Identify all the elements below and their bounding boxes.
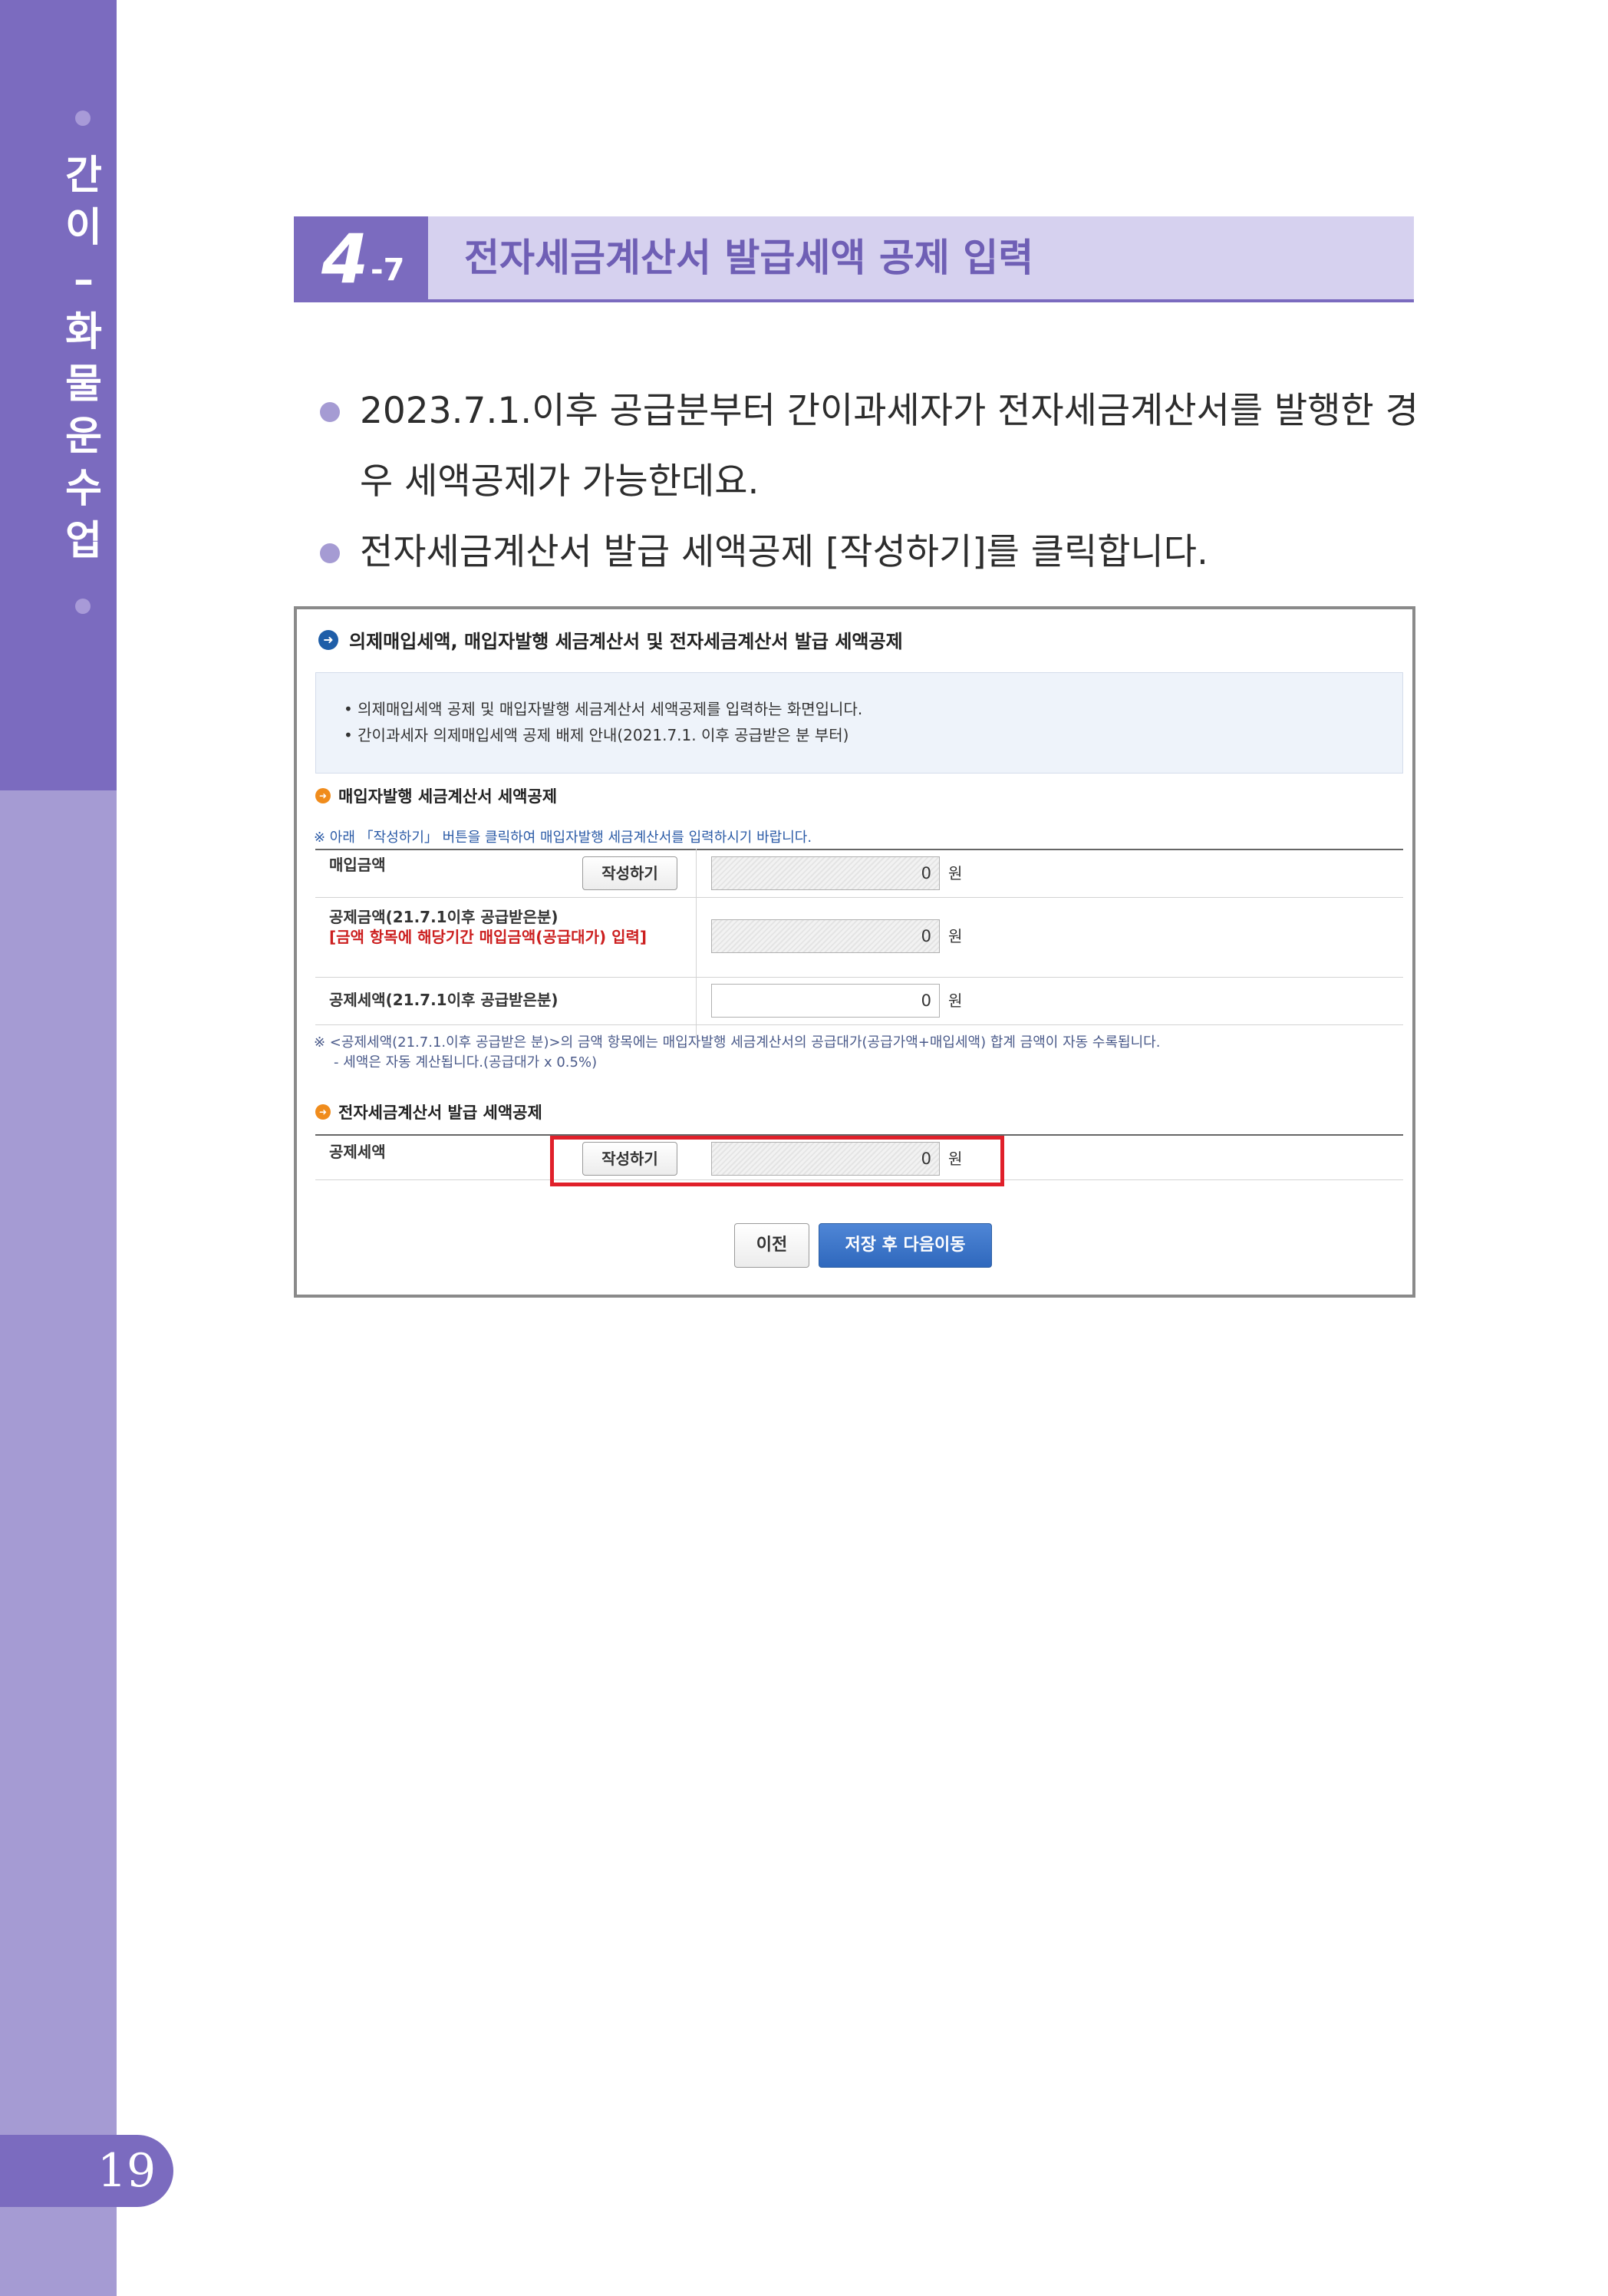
section-number-main: 4 [321, 219, 369, 299]
bullet-item: 전자세금계산서 발급 세액공제 [작성하기]를 클릭합니다. [317, 517, 1429, 588]
info-line: • 의제매입세액 공제 및 매입자발행 세금계산서 세액공제를 입력하는 화면입… [344, 700, 863, 718]
section-title: 전자세금계산서 발급세액 공제 입력 [464, 236, 1034, 280]
chapter-char: 화 [65, 309, 102, 355]
bullet-list: 2023.7.1.이후 공급분부터 간이과세자가 전자세금계산서를 발행한 경우… [317, 376, 1429, 588]
section-header: 4 -7 전자세금계산서 발급세액 공제 입력 [294, 216, 1414, 302]
etax-section-title-text: 전자세금계산서 발급 세액공제 [338, 1103, 542, 1122]
save-next-button[interactable]: 저장 후 다음이동 [819, 1223, 992, 1268]
buyer-section-note: ※ 아래 「작성하기」 버튼을 클릭하여 매입자발행 세금계산서를 입력하시기 … [314, 830, 812, 846]
unit-label: 원 [948, 927, 963, 945]
sidebar-dot-top [75, 111, 91, 126]
screen-title-text: 의제매입세액, 매입자발행 세금계산서 및 전자세금계산서 발급 세액공제 [349, 631, 903, 652]
sidebar-dot-bottom [75, 599, 91, 614]
sidebar-light-band [0, 790, 117, 2296]
purchase-amount-label: 매입금액 [329, 856, 386, 874]
deduction-amount-label-text: 공제금액(21.7.1이후 공급받은분) [329, 908, 559, 926]
section-number-box: 4 -7 [294, 216, 428, 302]
deduction-amount-label: 공제금액(21.7.1이후 공급받은분) [금액 항목에 해당기간 매입금액(공… [329, 907, 667, 947]
unit-label: 원 [948, 991, 963, 1010]
hometax-screen: ➜ 의제매입세액, 매입자발행 세금계산서 및 전자세금계산서 발급 세액공제 … [294, 606, 1415, 1298]
screen-title: ➜ 의제매입세액, 매입자발행 세금계산서 및 전자세금계산서 발급 세액공제 [318, 626, 903, 653]
chapter-char: 간 [65, 153, 102, 199]
footnote: - 세액은 자동 계산됩니다.(공급대가 x 0.5%) [334, 1054, 598, 1070]
chapter-char: 운 [65, 414, 102, 460]
chapter-char: 업 [65, 518, 102, 564]
deduction-tax-label: 공제세액(21.7.1이후 공급받은분) [329, 991, 559, 1009]
deduction-tax-field[interactable]: 0 [711, 984, 940, 1018]
deduction-amount-field[interactable]: 0 [711, 919, 940, 953]
section-number-sub: -7 [371, 252, 405, 288]
chapter-char: – [74, 257, 94, 303]
write-purchase-button[interactable]: 작성하기 [582, 856, 677, 890]
deduction-amount-label-hint: [금액 항목에 해당기간 매입금액(공급대가) 입력] [329, 928, 647, 946]
chapter-char: 수 [65, 466, 102, 512]
chapter-char: 이 [65, 205, 102, 251]
arrow-right-icon: ➜ [318, 629, 338, 650]
red-highlight-box [550, 1136, 1004, 1186]
prev-button[interactable]: 이전 [734, 1223, 809, 1268]
buyer-section-title-text: 매입자발행 세금계산서 세액공제 [338, 787, 558, 806]
unit-label: 원 [948, 864, 963, 882]
chapter-char: 물 [65, 361, 102, 407]
arrow-right-icon: ➜ [315, 788, 331, 803]
etax-section-title: ➜ 전자세금계산서 발급 세액공제 [315, 1100, 542, 1123]
info-line: • 간이과세자 의제매입세액 공제 배제 안내(2021.7.1. 이후 공급받… [344, 726, 849, 744]
footnote: ※ <공제세액(21.7.1.이후 공급받은 분)>의 금액 항목에는 매입자발… [314, 1034, 1161, 1051]
page-number: 19 [97, 2144, 157, 2198]
info-box: • 의제매입세액 공제 및 매입자발행 세금계산서 세액공제를 입력하는 화면입… [315, 672, 1403, 774]
arrow-right-icon: ➜ [315, 1104, 331, 1120]
buyer-section-title: ➜ 매입자발행 세금계산서 세액공제 [315, 784, 557, 807]
chapter-title: 간 이 – 화 물 운 수 업 [58, 150, 109, 567]
purchase-amount-field[interactable]: 0 [711, 856, 940, 890]
bullet-item: 2023.7.1.이후 공급분부터 간이과세자가 전자세금계산서를 발행한 경우… [317, 376, 1429, 517]
etax-deduction-label: 공제세액 [329, 1143, 386, 1161]
